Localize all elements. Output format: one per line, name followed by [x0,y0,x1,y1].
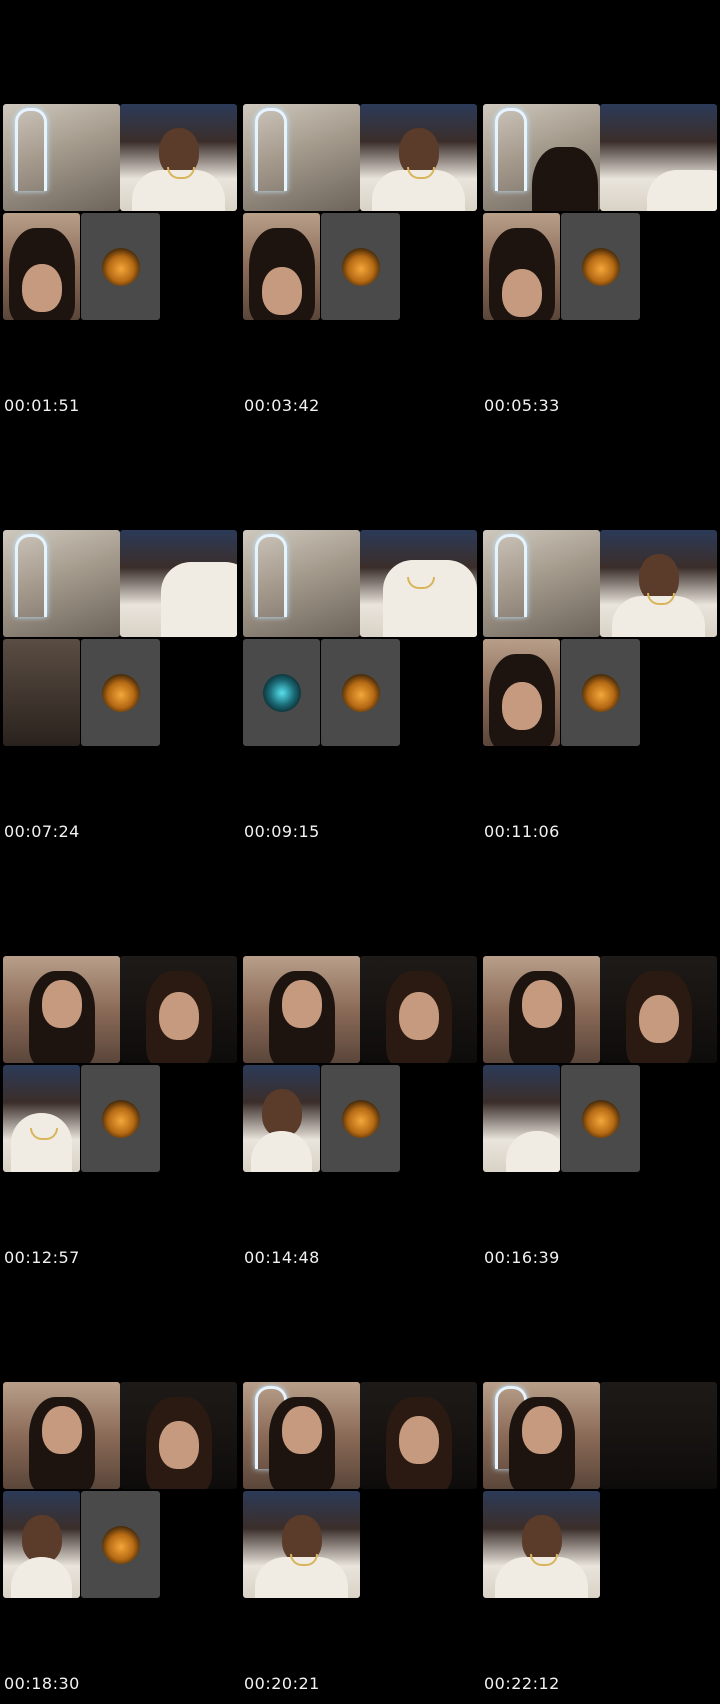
participant-tile [321,639,400,746]
frame-cell[interactable]: 00:07:24 [0,426,237,852]
video-thumbnail [483,1382,717,1600]
participant-tile [243,104,360,211]
participant-tile [483,1065,560,1172]
timestamp: 00:05:33 [484,396,560,415]
frame-cell[interactable]: 00:03:42 [240,0,477,426]
frame-cell[interactable]: 00:01:51 [0,0,237,426]
video-thumbnail [3,530,237,748]
participant-tile [483,1382,600,1489]
participant-tile [81,1491,160,1598]
video-thumbnail [243,530,477,748]
participant-tile [360,104,477,211]
video-thumbnail [3,104,237,322]
profile-avatar-icon [262,673,301,712]
participant-tile [483,530,600,637]
video-thumbnail [243,1382,477,1600]
participant-tile [360,530,477,637]
timestamp: 00:03:42 [244,396,320,415]
video-thumbnail [483,104,717,322]
participant-tile [3,213,80,320]
participant-tile [120,104,237,211]
participant-tile [243,1491,360,1598]
participant-tile [81,213,160,320]
frame-cell[interactable]: 00:09:15 [240,426,477,852]
timestamp: 00:12:57 [4,1248,80,1267]
profile-avatar-icon [341,1099,380,1138]
participant-tile [561,213,640,320]
participant-tile [600,530,717,637]
participant-tile [561,1065,640,1172]
participant-tile [561,639,640,746]
video-thumbnail [3,956,237,1174]
profile-avatar-icon [581,673,620,712]
profile-avatar-icon [581,247,620,286]
participant-tile [3,104,120,211]
participant-tile [483,213,560,320]
participant-tile [483,104,600,211]
profile-avatar-icon [101,1099,140,1138]
frame-cell[interactable]: 00:05:33 [480,0,717,426]
frame-cell[interactable]: 00:14:48 [240,852,477,1278]
timestamp: 00:01:51 [4,396,80,415]
participant-tile [243,956,360,1063]
participant-tile [3,956,120,1063]
participant-tile [3,1491,80,1598]
participant-tile [243,1065,320,1172]
participant-tile [483,639,560,746]
participant-tile [243,639,320,746]
video-thumbnail [483,956,717,1174]
participant-tile [600,104,717,211]
participant-tile [360,956,477,1063]
timestamp: 00:09:15 [244,822,320,841]
video-thumbnail [483,530,717,748]
frame-cell[interactable]: 00:16:39 [480,852,717,1278]
profile-avatar-icon [101,1525,140,1564]
profile-avatar-icon [101,673,140,712]
timestamp: 00:07:24 [4,822,80,841]
timestamp: 00:11:06 [484,822,560,841]
participant-tile [3,1382,120,1489]
profile-avatar-icon [581,1099,620,1138]
timestamp: 00:14:48 [244,1248,320,1267]
participant-tile [81,639,160,746]
video-thumbnail [243,956,477,1174]
participant-tile [321,213,400,320]
profile-avatar-icon [101,247,140,286]
participant-tile [120,1382,237,1489]
frame-cell[interactable]: 00:18:30 [0,1278,237,1704]
participant-tile [321,1065,400,1172]
timestamp: 00:16:39 [484,1248,560,1267]
profile-avatar-icon [341,673,380,712]
participant-tile [243,213,320,320]
participant-tile [3,1065,80,1172]
contact-sheet: 00:01:51 00:03:42 00:05:33 00:07:24 00:0… [0,0,720,1704]
frame-cell[interactable]: 00:20:21 [240,1278,477,1704]
video-thumbnail [243,104,477,322]
participant-tile [3,530,120,637]
participant-tile [600,1382,717,1489]
participant-tile [243,530,360,637]
participant-tile [360,1382,477,1489]
frame-cell[interactable]: 00:12:57 [0,852,237,1278]
participant-tile [600,956,717,1063]
frame-cell[interactable]: 00:11:06 [480,426,717,852]
participant-tile [120,956,237,1063]
participant-tile [483,956,600,1063]
timestamp: 00:18:30 [4,1674,80,1693]
participant-tile [483,1491,600,1598]
participant-tile [243,1382,360,1489]
participant-tile [3,639,80,746]
timestamp: 00:22:12 [484,1674,560,1693]
video-thumbnail [3,1382,237,1600]
profile-avatar-icon [341,247,380,286]
participant-tile [120,530,237,637]
frame-cell[interactable]: 00:22:12 [480,1278,717,1704]
timestamp: 00:20:21 [244,1674,320,1693]
participant-tile [81,1065,160,1172]
